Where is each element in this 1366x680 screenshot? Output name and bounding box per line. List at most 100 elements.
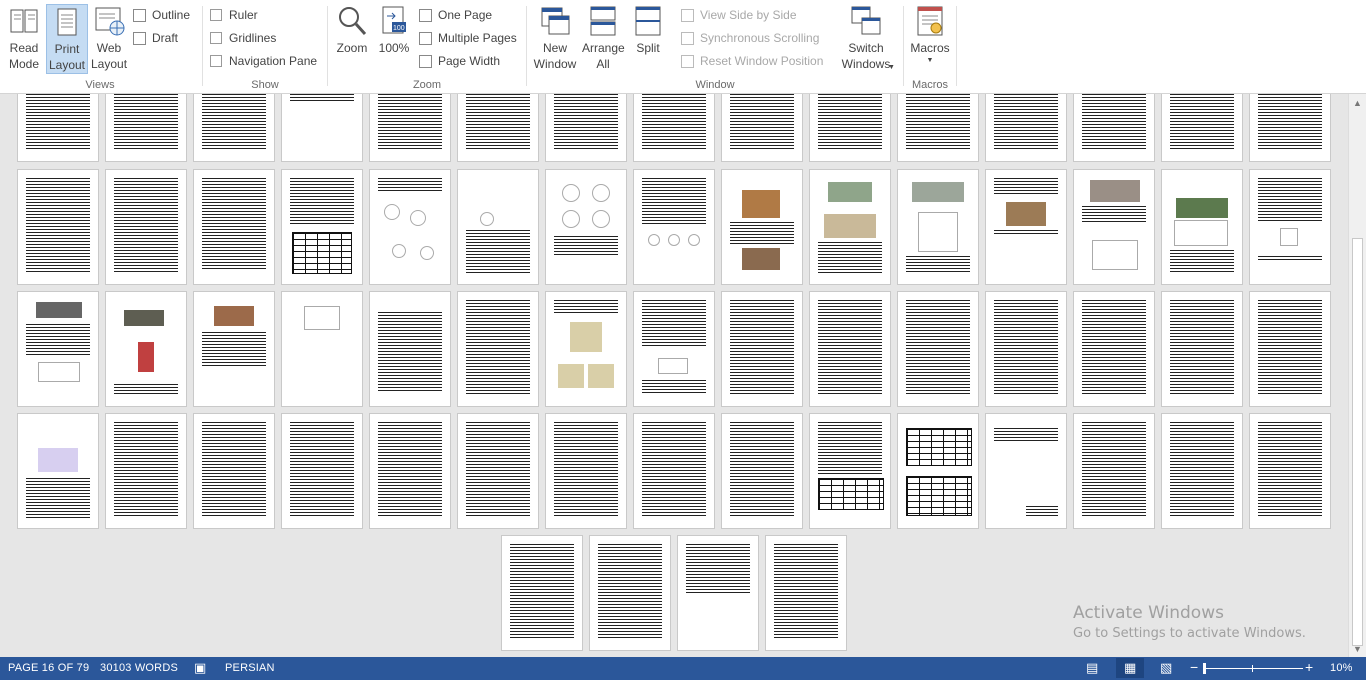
page-thumbnail[interactable] [809, 94, 891, 162]
split-button[interactable]: Split [628, 4, 668, 74]
page-thumbnail[interactable] [105, 169, 187, 285]
page-thumbnail[interactable] [369, 413, 451, 529]
page-thumbnail[interactable] [369, 169, 451, 285]
outline-button[interactable]: Outline [133, 5, 190, 25]
page-thumbnail[interactable] [457, 413, 539, 529]
page-thumbnail[interactable] [1073, 94, 1155, 162]
page-thumbnail[interactable] [193, 94, 275, 162]
page-thumbnail[interactable] [677, 535, 759, 651]
page-thumbnail[interactable] [1073, 413, 1155, 529]
language[interactable]: PERSIAN [225, 662, 275, 674]
arrange-all-button[interactable]: Arrange All [580, 4, 626, 74]
page-thumbnail[interactable] [1249, 291, 1331, 407]
zoom-slider[interactable] [1203, 668, 1303, 669]
page-thumbnail[interactable] [985, 291, 1067, 407]
ruler-checkbox-box[interactable] [210, 9, 222, 21]
read-mode-view-icon[interactable]: ▤ [1086, 660, 1098, 676]
page-thumbnail[interactable] [985, 413, 1067, 529]
page-thumbnail[interactable] [1249, 413, 1331, 529]
page-thumbnail[interactable] [1161, 94, 1243, 162]
page-count[interactable]: PAGE 16 OF 79 [8, 662, 89, 674]
scrollbar-thumb[interactable] [1352, 238, 1363, 646]
macros-button[interactable]: Macros ▼ [907, 4, 953, 74]
page-thumbnail[interactable] [633, 169, 715, 285]
one-page-button[interactable]: One Page [419, 5, 492, 25]
page-thumbnail[interactable] [721, 413, 803, 529]
page-thumbnail[interactable] [1161, 291, 1243, 407]
zoom-level[interactable]: 10% [1330, 662, 1353, 674]
read-mode-button[interactable]: Read Mode [4, 4, 44, 74]
zoom-in-icon[interactable]: + [1305, 659, 1313, 675]
vertical-scrollbar[interactable]: ▲ ▼ [1348, 94, 1366, 657]
zoom-button[interactable]: Zoom [333, 4, 371, 74]
page-thumbnail[interactable] [281, 413, 363, 529]
print-layout-button[interactable]: Print Layout [46, 4, 88, 74]
page-thumbnail[interactable] [897, 94, 979, 162]
page-thumbnail[interactable] [457, 94, 539, 162]
page-thumbnail[interactable] [809, 291, 891, 407]
page-thumbnail[interactable] [721, 169, 803, 285]
web-layout-view-icon[interactable]: ▧ [1160, 660, 1172, 676]
page-thumbnail[interactable] [809, 413, 891, 529]
multiple-pages-button[interactable]: Multiple Pages [419, 28, 517, 48]
view-side-by-side-button[interactable]: View Side by Side [681, 5, 797, 25]
page-thumbnail[interactable] [1249, 169, 1331, 285]
page-thumbnail[interactable] [281, 94, 363, 162]
page-thumbnail[interactable] [589, 535, 671, 651]
page-thumbnail[interactable] [897, 291, 979, 407]
page-thumbnail[interactable] [897, 169, 979, 285]
page-thumbnail[interactable] [281, 169, 363, 285]
page-thumbnail[interactable] [1073, 291, 1155, 407]
page-thumbnail[interactable] [281, 291, 363, 407]
page-width-button[interactable]: Page Width [419, 51, 500, 71]
gridlines-checkbox-box[interactable] [210, 32, 222, 44]
page-thumbnail[interactable] [985, 94, 1067, 162]
proofing-icon[interactable]: ▣ [194, 660, 206, 676]
page-thumbnail[interactable] [501, 535, 583, 651]
page-thumbnail[interactable] [193, 169, 275, 285]
new-window-button[interactable]: New Window [530, 4, 580, 74]
page-thumbnail[interactable] [193, 291, 275, 407]
page-thumbnail[interactable] [17, 291, 99, 407]
page-thumbnail[interactable] [1073, 169, 1155, 285]
page-thumbnail[interactable] [193, 413, 275, 529]
zoom-100-button[interactable]: 100 100% [375, 4, 413, 74]
page-thumbnail[interactable] [721, 94, 803, 162]
page-thumbnail[interactable] [17, 169, 99, 285]
page-thumbnail[interactable] [1249, 94, 1331, 162]
page-thumbnail[interactable] [809, 169, 891, 285]
page-thumbnail[interactable] [985, 169, 1067, 285]
document-canvas[interactable] [0, 94, 1348, 657]
page-thumbnail[interactable] [1161, 413, 1243, 529]
page-thumbnail[interactable] [545, 291, 627, 407]
page-thumbnail[interactable] [545, 94, 627, 162]
page-thumbnail[interactable] [457, 169, 539, 285]
page-thumbnail[interactable] [633, 413, 715, 529]
navigation-pane-checkbox-box[interactable] [210, 55, 222, 67]
page-thumbnail[interactable] [545, 169, 627, 285]
page-thumbnail[interactable] [721, 291, 803, 407]
page-thumbnail[interactable] [369, 291, 451, 407]
page-thumbnail[interactable] [457, 291, 539, 407]
switch-windows-button[interactable]: Switch Windows ▼ [834, 4, 898, 74]
page-thumbnail[interactable] [897, 413, 979, 529]
synchronous-scrolling-button[interactable]: Synchronous Scrolling [681, 28, 819, 48]
web-layout-button[interactable]: Web Layout [90, 4, 128, 74]
page-thumbnail[interactable] [105, 94, 187, 162]
ruler-checkbox[interactable]: Ruler [210, 5, 258, 25]
gridlines-checkbox[interactable]: Gridlines [210, 28, 276, 48]
word-count[interactable]: 30103 WORDS [100, 662, 178, 674]
page-thumbnail[interactable] [369, 94, 451, 162]
page-thumbnail[interactable] [633, 291, 715, 407]
zoom-slider-thumb[interactable] [1203, 663, 1206, 674]
zoom-out-icon[interactable]: − [1190, 659, 1198, 675]
page-thumbnail[interactable] [633, 94, 715, 162]
page-thumbnail[interactable] [105, 413, 187, 529]
reset-window-position-button[interactable]: Reset Window Position [681, 51, 823, 71]
page-thumbnail[interactable] [17, 94, 99, 162]
draft-button[interactable]: Draft [133, 28, 178, 48]
page-thumbnail[interactable] [105, 291, 187, 407]
navigation-pane-checkbox[interactable]: Navigation Pane [210, 51, 317, 71]
scroll-up-icon[interactable]: ▲ [1353, 98, 1362, 108]
page-thumbnail[interactable] [545, 413, 627, 529]
